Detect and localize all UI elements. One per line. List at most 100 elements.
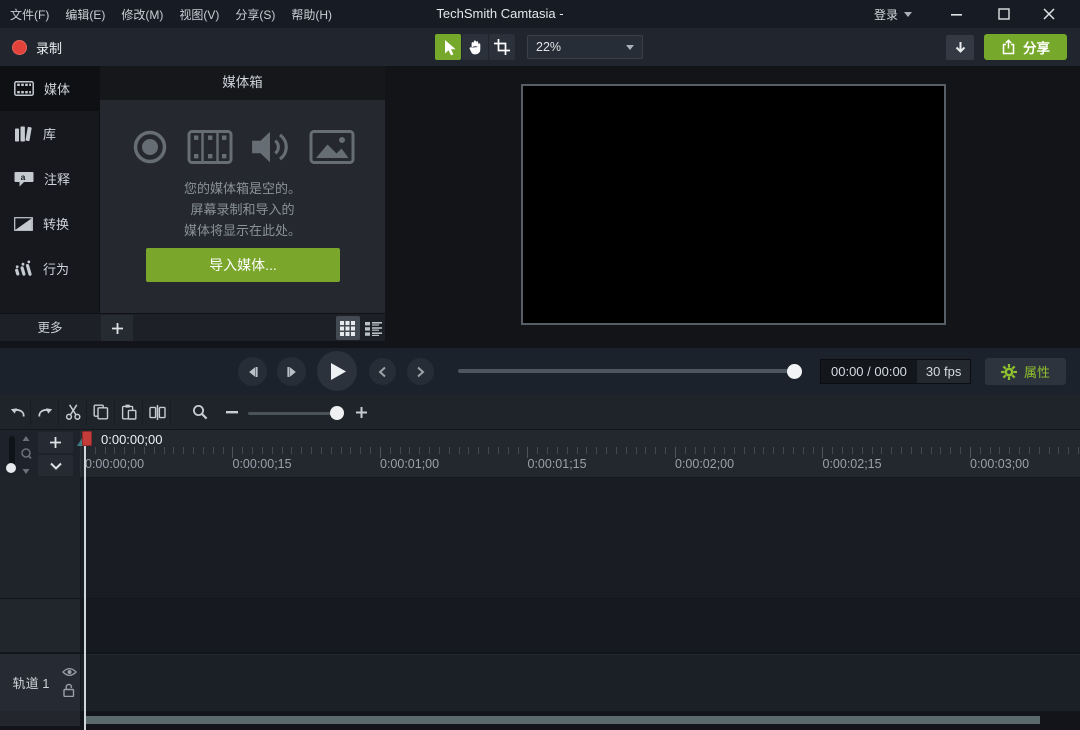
plus-icon — [111, 322, 123, 334]
fps-display: 30 fps — [916, 360, 971, 383]
redo-button[interactable] — [32, 399, 59, 425]
zoom-in-button[interactable] — [348, 399, 375, 425]
import-media-button[interactable]: 导入媒体... — [146, 248, 340, 282]
sidebar-item-behaviors[interactable]: 行为 — [0, 246, 100, 291]
step-forward-button[interactable] — [277, 357, 306, 386]
share-icon — [1002, 39, 1015, 55]
undo-icon — [10, 408, 25, 417]
split-button[interactable] — [144, 399, 171, 425]
grid-view-icon — [340, 320, 355, 336]
media-bin-empty-text: 您的媒体箱是空的。 屏幕录制和导入的 媒体将显示在此处。 — [183, 181, 301, 238]
close-icon — [1043, 8, 1055, 20]
signin-button[interactable]: 登录 — [874, 0, 912, 28]
track-1-lane[interactable] — [81, 654, 1080, 711]
track-controls-header — [0, 430, 80, 478]
close-button[interactable] — [1032, 0, 1066, 28]
plus-icon — [356, 406, 367, 418]
chevron-right-icon — [417, 366, 425, 377]
sidebar-item-media[interactable]: 媒体 — [0, 66, 100, 111]
timeline-empty-area[interactable] — [81, 478, 1080, 598]
menu-view[interactable]: 视图(V) — [179, 6, 219, 23]
paste-button[interactable] — [116, 399, 143, 425]
grid-view-button[interactable] — [336, 316, 360, 340]
sidebar-item-transitions[interactable]: 转换 — [0, 201, 100, 246]
timeline-empty-lane[interactable] — [81, 599, 1080, 652]
play-button[interactable] — [317, 351, 357, 391]
gear-icon — [1000, 363, 1017, 380]
ruler-label: 0:00:02;15 — [822, 457, 882, 471]
add-track-button[interactable] — [38, 432, 73, 453]
track-height-knob[interactable] — [6, 463, 16, 473]
sidebar-item-label: 转换 — [43, 217, 70, 232]
time-display: 00:00 / 00:00 30 fps — [820, 359, 972, 384]
menu-share[interactable]: 分享(S) — [235, 6, 275, 23]
timeline-zoom-button[interactable] — [186, 399, 213, 425]
camtasia-window: 文件(F) 编辑(E) 修改(M) 视图(V) 分享(S) 帮助(H) Tech… — [0, 0, 1080, 730]
ruler-label: 0:00:01;15 — [527, 457, 587, 471]
image-icon — [309, 130, 355, 164]
list-view-button[interactable] — [361, 316, 385, 340]
next-clip-button[interactable] — [407, 358, 434, 385]
menu-help[interactable]: 帮助(H) — [291, 6, 332, 23]
select-tool-button[interactable] — [435, 34, 461, 60]
copy-button[interactable] — [88, 399, 115, 425]
library-icon — [14, 126, 33, 142]
preview-canvas[interactable] — [521, 84, 946, 325]
pan-tool-button[interactable] — [462, 34, 488, 60]
download-update-button[interactable] — [946, 35, 974, 60]
video-clip-icon — [187, 130, 233, 164]
minimize-button[interactable] — [940, 0, 974, 28]
track-options-button[interactable] — [38, 455, 73, 476]
menu-edit[interactable]: 编辑(E) — [65, 6, 105, 23]
audio-icon — [252, 131, 288, 163]
step-forward-icon — [286, 366, 296, 377]
timeline-bottom — [0, 711, 1080, 730]
properties-label: 属性 — [1023, 365, 1050, 380]
playhead-handle[interactable] — [82, 431, 92, 446]
cut-button[interactable] — [60, 399, 87, 425]
track-lock-icon[interactable] — [63, 683, 75, 697]
crop-tool-button[interactable] — [489, 34, 515, 60]
track-zoom-icon — [21, 436, 32, 474]
crop-icon — [494, 39, 510, 55]
properties-button[interactable]: 属性 — [985, 358, 1066, 385]
share-label: 分享 — [1023, 41, 1050, 56]
record-button[interactable]: 录制 — [12, 28, 62, 66]
media-type-icons — [100, 128, 385, 166]
previous-clip-button[interactable] — [369, 358, 396, 385]
timeline-zoom-knob[interactable] — [330, 406, 344, 420]
record-icon — [12, 39, 27, 55]
seek-slider[interactable] — [458, 369, 800, 373]
timeline-toolbar — [0, 394, 1080, 430]
timeline-head-spacer — [0, 478, 80, 598]
behaviors-icon — [14, 260, 33, 277]
seek-slider-knob[interactable] — [787, 364, 802, 379]
track-visibility-icon[interactable] — [62, 667, 77, 677]
menu-modify[interactable]: 修改(M) — [121, 6, 163, 23]
timeline-zoom-slider[interactable] — [248, 412, 343, 415]
sidebar-item-annotations[interactable]: a 注释 — [0, 156, 100, 201]
magnifier-icon — [192, 405, 207, 420]
paste-icon — [121, 404, 137, 420]
track-1-head[interactable]: 轨道 1 — [0, 654, 80, 711]
canvas-zoom-dropdown[interactable]: 22% — [527, 35, 643, 59]
annotation-bubble-icon: a — [14, 171, 34, 187]
play-icon — [331, 362, 346, 380]
step-back-icon — [248, 366, 258, 377]
zoom-out-button[interactable] — [218, 399, 245, 425]
add-media-button[interactable] — [101, 315, 133, 341]
menu-file[interactable]: 文件(F) — [10, 6, 49, 23]
more-tabs-button[interactable]: 更多 — [0, 314, 100, 342]
maximize-button[interactable] — [987, 0, 1021, 28]
timeline-ruler[interactable]: 0:00:00;00 0:00:00;15 0:00:01;00 0:00:01;15… — [77, 430, 1080, 478]
horizontal-scrollbar[interactable] — [84, 716, 1040, 724]
track-row-1: 轨道 1 — [0, 653, 1080, 711]
share-button[interactable]: 分享 — [984, 34, 1067, 60]
minimize-icon — [951, 14, 962, 16]
sidebar-item-library[interactable]: 库 — [0, 111, 100, 156]
chevron-left-icon — [378, 366, 386, 377]
step-back-button[interactable] — [238, 357, 267, 386]
playhead-line[interactable] — [84, 446, 86, 730]
maximize-icon — [998, 8, 1010, 20]
undo-button[interactable] — [4, 399, 31, 425]
